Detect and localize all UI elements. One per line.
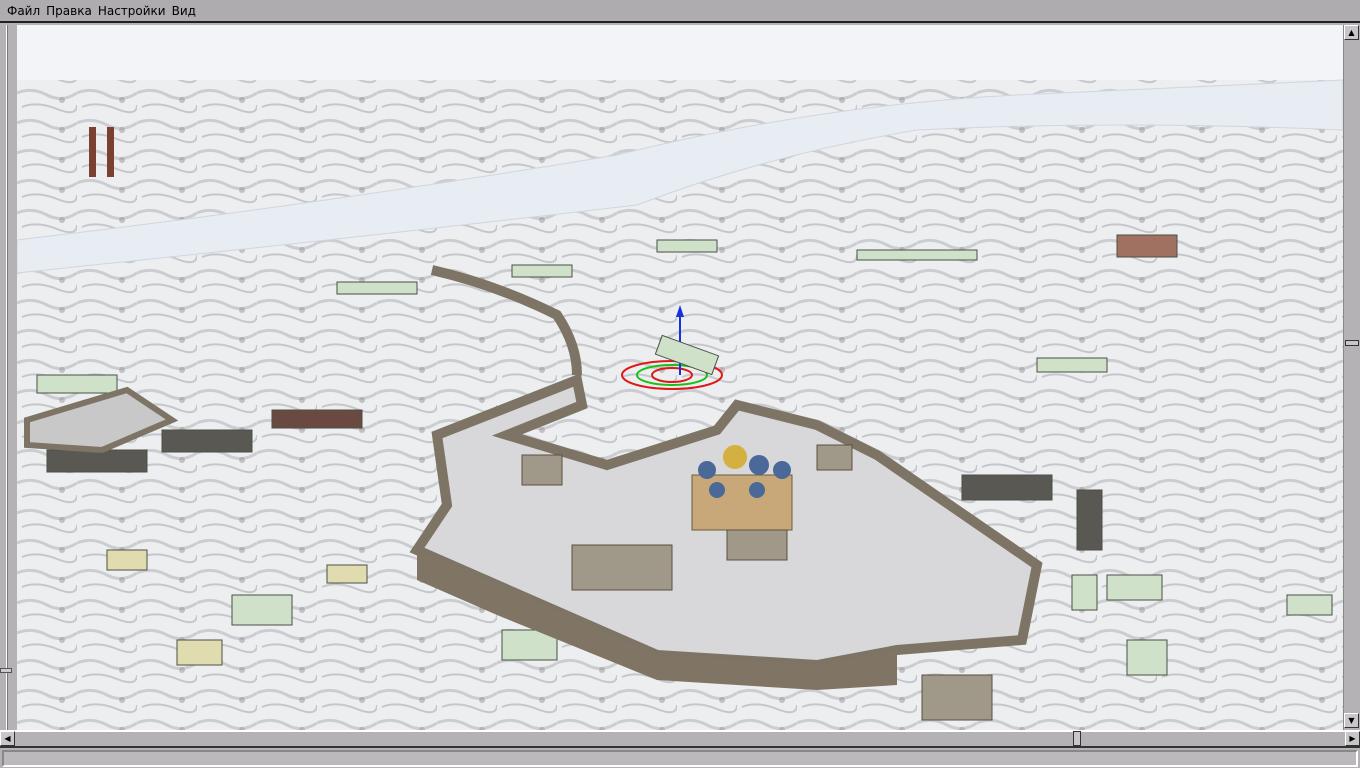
3d-viewport[interactable] xyxy=(17,25,1343,730)
scroll-down-button[interactable]: ▼ xyxy=(1344,713,1359,728)
menu-edit[interactable]: Правка xyxy=(43,4,95,18)
status-bar xyxy=(0,746,1360,768)
menu-view[interactable]: Вид xyxy=(169,4,199,18)
arrow-down-icon: ▼ xyxy=(1348,716,1355,725)
left-slider[interactable] xyxy=(0,25,17,730)
scroll-up-button[interactable]: ▲ xyxy=(1344,25,1359,40)
horizon-haze xyxy=(17,25,1343,80)
status-text xyxy=(2,750,1358,767)
arrow-up-icon: ▲ xyxy=(1348,28,1355,37)
vertical-scroll-thumb[interactable] xyxy=(1345,340,1359,347)
arrow-right-icon: ▶ xyxy=(1349,734,1356,743)
scene-render xyxy=(17,25,1343,730)
horizontal-scrollbar[interactable]: ◀ ▶ xyxy=(0,730,1360,746)
menu-bar: Файл Правка Настройки Вид xyxy=(0,0,1360,23)
arrow-left-icon: ◀ xyxy=(4,734,11,743)
menu-settings[interactable]: Настройки xyxy=(95,4,169,18)
horizontal-scroll-thumb[interactable] xyxy=(1072,731,1081,746)
slider-track xyxy=(6,25,8,730)
scroll-right-button[interactable]: ▶ xyxy=(1345,731,1360,746)
menu-file[interactable]: Файл xyxy=(4,4,43,18)
slider-thumb[interactable] xyxy=(0,668,12,673)
scroll-left-button[interactable]: ◀ xyxy=(0,731,15,746)
vertical-scrollbar[interactable]: ▲ ▼ xyxy=(1343,25,1360,730)
